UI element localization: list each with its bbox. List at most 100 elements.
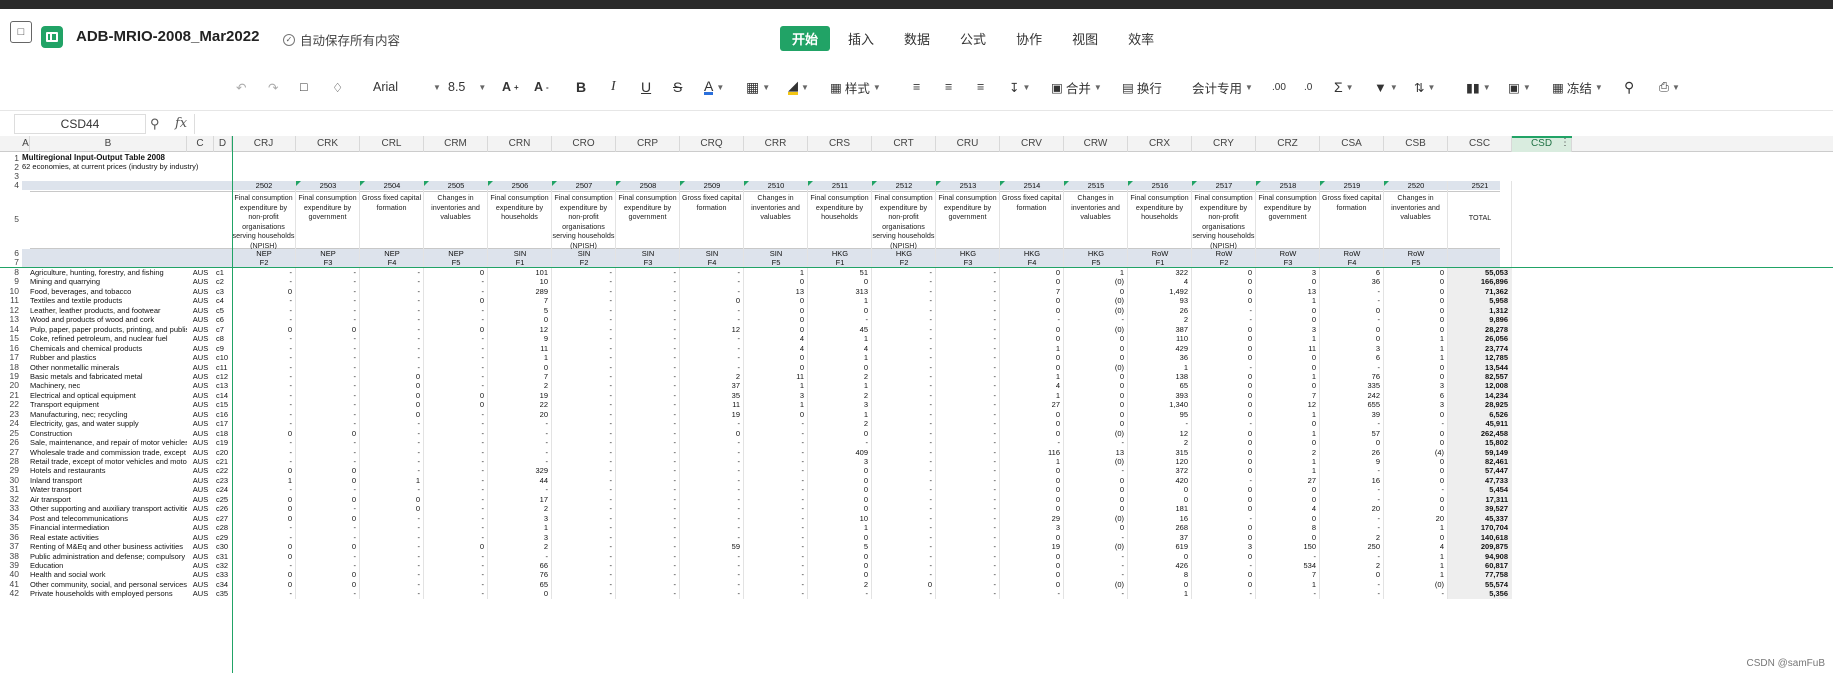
value-cell[interactable]: 0 (1192, 344, 1254, 353)
border-icon[interactable]: ▦ ▼ (746, 78, 770, 96)
value-cell[interactable]: 0 (488, 315, 550, 324)
value-cell[interactable]: 0 (1064, 410, 1126, 419)
value-cell[interactable]: - (680, 457, 742, 466)
value-cell[interactable]: 10 (808, 514, 870, 523)
row-header[interactable]: 33 (0, 504, 22, 513)
value-cell[interactable]: 0 (232, 429, 294, 438)
value-cell[interactable]: 0 (1064, 287, 1126, 296)
value-cell[interactable]: - (744, 476, 806, 485)
value-cell[interactable]: 0 (1192, 523, 1254, 532)
value-cell[interactable]: 13 (1256, 287, 1318, 296)
value-cell[interactable]: - (296, 268, 358, 277)
value-cell[interactable]: 0 (1064, 476, 1126, 485)
value-cell[interactable]: 12 (680, 325, 742, 334)
column-header[interactable]: CRY (1192, 136, 1256, 152)
value-cell[interactable]: - (360, 448, 422, 457)
value-cell[interactable]: 393 (1128, 391, 1190, 400)
value-cell[interactable]: - (936, 561, 998, 570)
value-cell[interactable]: 16 (1128, 514, 1190, 523)
total-value-cell[interactable]: 26,056 (1448, 334, 1510, 343)
row-header[interactable]: 5 (0, 215, 22, 224)
value-cell[interactable]: 0 (1000, 306, 1062, 315)
value-cell[interactable]: - (424, 334, 486, 343)
value-cell[interactable]: - (552, 457, 614, 466)
value-cell[interactable]: 9 (488, 334, 550, 343)
value-cell[interactable]: 0 (1384, 315, 1446, 324)
value-cell[interactable]: - (616, 419, 678, 428)
value-cell[interactable]: - (744, 580, 806, 589)
row-header[interactable]: 15 (0, 334, 22, 343)
value-cell[interactable]: 1 (744, 400, 806, 409)
value-cell[interactable]: - (232, 344, 294, 353)
value-cell[interactable]: 0 (232, 466, 294, 475)
value-cell[interactable]: 1 (808, 296, 870, 305)
value-cell[interactable]: 0 (808, 570, 870, 579)
value-cell[interactable]: - (936, 589, 998, 598)
value-cell[interactable]: - (296, 372, 358, 381)
value-cell[interactable]: - (744, 419, 806, 428)
value-cell[interactable]: 0 (1000, 353, 1062, 362)
value-cell[interactable]: - (1064, 438, 1126, 447)
value-cell[interactable]: 65 (1128, 381, 1190, 390)
value-cell[interactable]: - (552, 448, 614, 457)
value-cell[interactable]: - (680, 495, 742, 504)
value-cell[interactable]: - (552, 533, 614, 542)
value-cell[interactable]: - (552, 372, 614, 381)
italic-icon[interactable]: I (611, 78, 616, 96)
value-cell[interactable]: - (680, 514, 742, 523)
value-cell[interactable]: 0 (1000, 334, 1062, 343)
value-cell[interactable]: 4 (744, 334, 806, 343)
value-cell[interactable]: 39 (1320, 410, 1382, 419)
value-cell[interactable]: 0 (1192, 334, 1254, 343)
value-cell[interactable]: - (936, 580, 998, 589)
value-cell[interactable]: 0 (1256, 306, 1318, 315)
value-cell[interactable]: - (872, 476, 934, 485)
value-cell[interactable]: - (936, 523, 998, 532)
value-cell[interactable]: - (552, 580, 614, 589)
value-cell[interactable]: 1 (1256, 466, 1318, 475)
value-cell[interactable]: 0 (232, 325, 294, 334)
strikethrough-icon[interactable]: S (673, 78, 682, 96)
tab-view[interactable]: 视图 (1060, 26, 1110, 51)
zoom-icon[interactable]: ⚲ (150, 116, 160, 132)
value-cell[interactable]: - (552, 268, 614, 277)
total-value-cell[interactable]: 55,574 (1448, 580, 1510, 589)
cell-style-button[interactable]: ▦ 样式 ▼ (830, 78, 881, 96)
value-cell[interactable]: - (296, 589, 358, 598)
value-cell[interactable]: 2 (488, 504, 550, 513)
value-cell[interactable]: 19 (680, 410, 742, 419)
value-cell[interactable]: 0 (1384, 476, 1446, 485)
tab-efficiency[interactable]: 效率 (1116, 26, 1166, 51)
value-cell[interactable]: 0 (1128, 580, 1190, 589)
value-cell[interactable]: - (488, 457, 550, 466)
value-cell[interactable]: 3 (1192, 542, 1254, 551)
value-cell[interactable]: 27 (1000, 400, 1062, 409)
column-header[interactable]: D (214, 136, 232, 152)
value-cell[interactable]: - (296, 448, 358, 457)
total-value-cell[interactable]: 12,008 (1448, 381, 1510, 390)
value-cell[interactable]: - (680, 438, 742, 447)
value-cell[interactable]: - (1192, 476, 1254, 485)
value-cell[interactable]: 3 (1256, 268, 1318, 277)
tab-formula[interactable]: 公式 (948, 26, 998, 51)
value-cell[interactable]: - (872, 448, 934, 457)
value-cell[interactable]: - (680, 306, 742, 315)
value-cell[interactable]: 1 (1256, 410, 1318, 419)
value-cell[interactable]: 0 (680, 296, 742, 305)
value-cell[interactable]: - (616, 344, 678, 353)
font-color-icon[interactable]: A ▼ (704, 78, 724, 96)
total-value-cell[interactable]: 12,785 (1448, 353, 1510, 362)
column-header[interactable]: C (187, 136, 214, 152)
value-cell[interactable]: - (680, 561, 742, 570)
value-cell[interactable]: 20 (488, 410, 550, 419)
value-cell[interactable]: - (872, 561, 934, 570)
value-cell[interactable]: - (616, 561, 678, 570)
value-cell[interactable]: 0 (1384, 495, 1446, 504)
eraser-icon[interactable]: ♢ (332, 78, 343, 96)
value-cell[interactable]: - (552, 287, 614, 296)
decrease-font-icon[interactable]: A- (534, 78, 549, 96)
value-cell[interactable]: - (1064, 466, 1126, 475)
value-cell[interactable]: - (872, 325, 934, 334)
value-cell[interactable]: - (424, 287, 486, 296)
value-cell[interactable]: 3 (1000, 523, 1062, 532)
